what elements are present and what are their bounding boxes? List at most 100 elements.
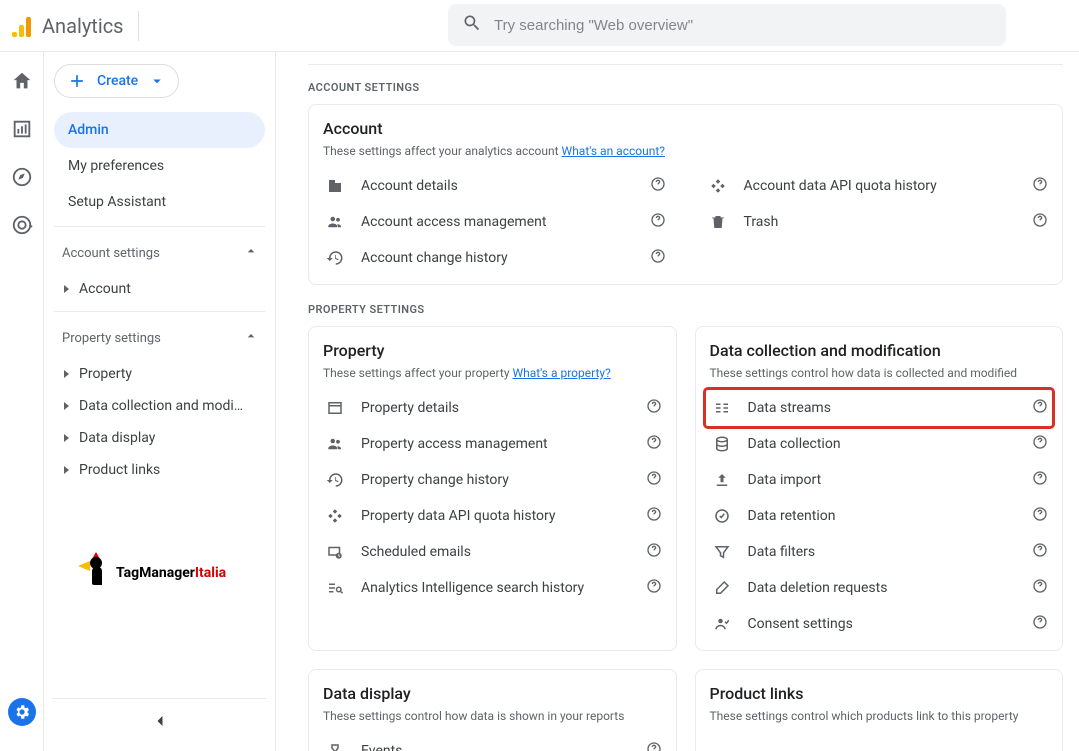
row-label: Data retention [748, 508, 1019, 524]
nav-product-links[interactable]: Product links [54, 454, 265, 486]
settings-row-analytics-intelligence-search-history[interactable]: Analytics Intelligence search history [323, 570, 662, 606]
whats-a-property-link[interactable]: What's a property? [512, 366, 610, 380]
row-label: Data deletion requests [748, 580, 1019, 596]
section-property-settings[interactable]: Property settings [54, 318, 265, 358]
settings-row-data-import[interactable]: Data import [710, 462, 1049, 498]
settings-row-property-change-history[interactable]: Property change history [323, 462, 662, 498]
help-icon[interactable] [650, 176, 666, 196]
help-icon[interactable] [1032, 212, 1048, 232]
left-rail [0, 52, 44, 751]
settings-row-trash[interactable]: Trash [706, 204, 1049, 240]
help-icon[interactable] [646, 398, 662, 418]
settings-row-account-data-api-quota-history[interactable]: Account data API quota history [706, 168, 1049, 204]
nav-data-display[interactable]: Data display [54, 422, 265, 454]
row-label: Data collection [748, 436, 1019, 452]
help-icon[interactable] [1032, 506, 1048, 526]
building-icon [323, 177, 347, 195]
row-label: Scheduled emails [361, 544, 632, 560]
settings-row-data-collection[interactable]: Data collection [710, 426, 1049, 462]
reports-icon[interactable] [11, 118, 33, 144]
help-icon[interactable] [1032, 614, 1048, 634]
triangle-right-icon [64, 370, 69, 378]
chevron-up-icon [243, 243, 259, 263]
help-icon[interactable] [646, 506, 662, 526]
settings-row-account-access-management[interactable]: Account access management [323, 204, 666, 240]
account-card: Account These settings affect your analy… [308, 104, 1063, 285]
chevron-up-icon [243, 328, 259, 348]
help-icon[interactable] [1032, 578, 1048, 598]
data-display-card: Data display These settings control how … [308, 669, 677, 751]
settings-row-data-retention[interactable]: Data retention [710, 498, 1049, 534]
row-label: Property access management [361, 436, 632, 452]
history-icon [323, 249, 347, 267]
trash-icon [706, 213, 730, 231]
advertising-icon[interactable] [11, 214, 33, 240]
nav-data-collection[interactable]: Data collection and modifica... [54, 390, 265, 422]
whats-an-account-link[interactable]: What's an account? [562, 144, 665, 158]
triangle-right-icon [64, 466, 69, 474]
row-label: Property data API quota history [361, 508, 632, 524]
people-icon [323, 213, 347, 231]
row-label: Data import [748, 472, 1019, 488]
settings-row-account-change-history[interactable]: Account change history [323, 240, 666, 276]
collapse-sidebar-button[interactable] [52, 698, 267, 731]
help-icon[interactable] [646, 434, 662, 454]
settings-row-data-streams[interactable]: Data streams [706, 390, 1053, 426]
data-display-title: Data display [323, 684, 662, 703]
settings-row-data-filters[interactable]: Data filters [710, 534, 1049, 570]
explore-icon[interactable] [11, 166, 33, 192]
people-icon [323, 435, 347, 453]
settings-row-account-details[interactable]: Account details [323, 168, 666, 204]
help-icon[interactable] [1032, 434, 1048, 454]
scheduled-icon [323, 543, 347, 561]
section-account-settings[interactable]: Account settings [54, 233, 265, 273]
help-icon[interactable] [1032, 542, 1048, 562]
nav-account[interactable]: Account [54, 273, 265, 305]
help-icon[interactable] [650, 212, 666, 232]
brand-name: Analytics [42, 14, 124, 38]
create-button[interactable]: Create [54, 64, 179, 98]
row-label: Trash [744, 214, 1019, 230]
row-label: Property details [361, 400, 632, 416]
admin-gear-icon[interactable] [8, 698, 36, 726]
nav-my-preferences[interactable]: My preferences [54, 148, 265, 184]
settings-row-events[interactable]: Events [323, 733, 662, 751]
help-icon[interactable] [1032, 470, 1048, 490]
help-icon[interactable] [646, 470, 662, 490]
property-settings-label: PROPERTY SETTINGS [308, 303, 1063, 316]
create-label: Create [97, 73, 138, 89]
help-icon[interactable] [646, 542, 662, 562]
help-icon[interactable] [1032, 176, 1048, 196]
db-icon [710, 435, 734, 453]
search-list-icon [323, 579, 347, 597]
home-icon[interactable] [11, 70, 33, 96]
product-links-title: Product links [710, 684, 1049, 703]
retention-icon [710, 507, 734, 525]
data-collection-title: Data collection and modification [710, 341, 1049, 360]
search-bar[interactable] [448, 4, 1006, 46]
settings-row-property-access-management[interactable]: Property access management [323, 426, 662, 462]
settings-row-property-details[interactable]: Property details [323, 390, 662, 426]
settings-row-scheduled-emails[interactable]: Scheduled emails [323, 534, 662, 570]
property-card: Property These settings affect your prop… [308, 326, 677, 651]
help-icon[interactable] [1032, 398, 1048, 418]
settings-row-consent-settings[interactable]: Consent settings [710, 606, 1049, 642]
nav-property[interactable]: Property [54, 358, 265, 390]
history-icon [323, 471, 347, 489]
search-input[interactable] [494, 17, 992, 34]
data-collection-card: Data collection and modification These s… [695, 326, 1064, 651]
consent-icon [710, 615, 734, 633]
analytics-logo-icon [12, 15, 34, 37]
settings-row-property-data-api-quota-history[interactable]: Property data API quota history [323, 498, 662, 534]
upload-icon [710, 471, 734, 489]
help-icon[interactable] [646, 578, 662, 598]
nav-setup-assistant[interactable]: Setup Assistant [54, 184, 265, 220]
nav-admin[interactable]: Admin [54, 112, 265, 148]
settings-row-data-deletion-requests[interactable]: Data deletion requests [710, 570, 1049, 606]
triangle-right-icon [64, 285, 69, 293]
streams-icon [710, 399, 734, 417]
row-label: Events [361, 743, 632, 751]
header: Analytics [0, 0, 1079, 52]
help-icon[interactable] [650, 248, 666, 268]
help-icon[interactable] [646, 741, 662, 751]
